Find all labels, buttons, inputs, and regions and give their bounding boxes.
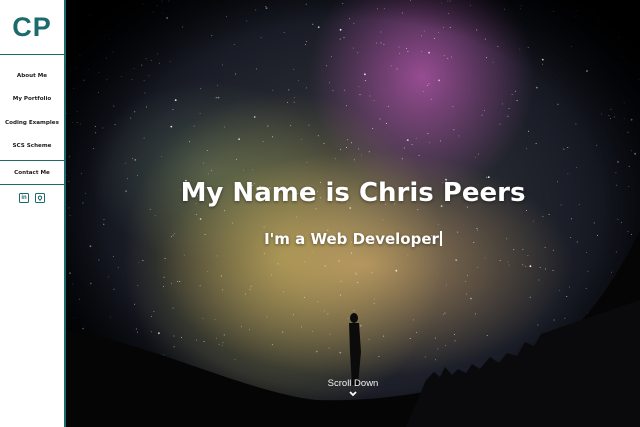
hero-section: My Name is Chris Peers I'm a Web Develop…: [66, 0, 640, 427]
typing-cursor: [439, 231, 442, 246]
hero-subtitle: I'm a Web Developer: [66, 230, 640, 248]
hero-title: My Name is Chris Peers: [180, 178, 526, 208]
site-logo[interactable]: CP: [0, 0, 64, 55]
scroll-down-label[interactable]: Scroll Down: [66, 378, 640, 389]
nav-item-my-portfolio[interactable]: My Portfolio: [0, 88, 64, 112]
nav-menu: About Me My Portfolio Coding Examples SC…: [0, 64, 64, 158]
nav-item-scs-scheme[interactable]: SCS Scheme: [0, 135, 64, 159]
github-glyph: [37, 195, 43, 201]
typed-text: I'm a Web Developer: [264, 230, 439, 248]
nav-item-contact-me[interactable]: Contact Me: [0, 161, 64, 184]
nav-divider: [0, 184, 64, 185]
sidebar: CP About Me My Portfolio Coding Examples…: [0, 0, 66, 427]
nav-item-about-me[interactable]: About Me: [0, 64, 64, 88]
nav-item-coding-examples[interactable]: Coding Examples: [0, 111, 64, 135]
chevron-down-icon[interactable]: [349, 391, 357, 397]
github-icon[interactable]: [35, 193, 45, 203]
linkedin-icon[interactable]: in: [19, 193, 29, 203]
horizon-silhouette: [66, 0, 640, 427]
social-links: in: [0, 193, 64, 203]
